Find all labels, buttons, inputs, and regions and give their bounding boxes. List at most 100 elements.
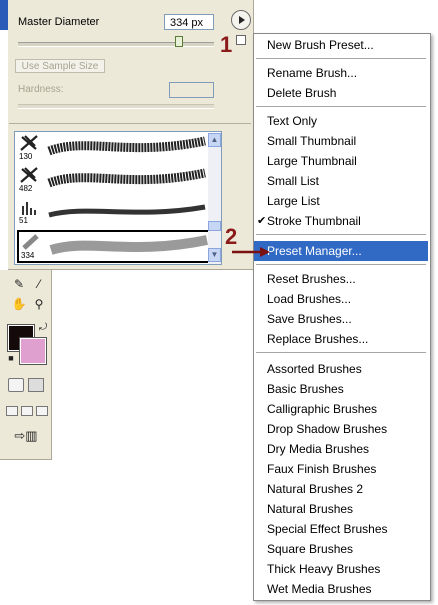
brush-list-scrollbar[interactable]: ▲ ▼ <box>208 133 221 264</box>
menu-item-label: Wet Media Brushes <box>267 582 372 596</box>
menu-item-label: Reset Brushes... <box>267 272 356 286</box>
menu-item-label: Natural Brushes <box>267 502 354 516</box>
brush-tip-icon <box>22 234 39 250</box>
menu-item-reset-brushes[interactable]: Reset Brushes... <box>254 269 428 289</box>
eyedropper-tool-icon[interactable]: ⁄ <box>30 276 48 292</box>
default-colors-icon[interactable]: ■ <box>2 350 20 366</box>
create-preset-button[interactable] <box>236 35 246 45</box>
menu-item-natural-brushes[interactable]: Natural Brushes <box>254 499 428 519</box>
menu-separator <box>256 58 426 59</box>
menu-item-large-thumbnail[interactable]: Large Thumbnail <box>254 151 428 171</box>
brush-tool-icon[interactable]: ✎ <box>10 276 28 292</box>
background-color-swatch[interactable] <box>19 337 47 365</box>
menu-item-faux-finish-brushes[interactable]: Faux Finish Brushes <box>254 459 428 479</box>
menu-item-special-effect-brushes[interactable]: Special Effect Brushes <box>254 519 428 539</box>
menu-item-delete-brush[interactable]: Delete Brush <box>254 83 428 103</box>
menu-item-label: Text Only <box>267 114 318 128</box>
screen-mode-full-button[interactable] <box>36 406 48 416</box>
screen-mode-full-menu-button[interactable] <box>21 406 33 416</box>
menu-item-label: Special Effect Brushes <box>267 522 388 536</box>
menu-item-large-list[interactable]: Large List <box>254 191 428 211</box>
menu-item-label: Save Brushes... <box>267 312 352 326</box>
menu-item-save-brushes[interactable]: Save Brushes... <box>254 309 428 329</box>
brush-stroke-preview <box>47 168 206 188</box>
panel-menu-button[interactable] <box>231 10 251 30</box>
menu-item-new-brush-preset[interactable]: New Brush Preset... <box>254 35 428 55</box>
menu-item-label: Replace Brushes... <box>267 332 369 346</box>
brush-stroke-preview <box>49 235 209 255</box>
menu-item-label: Load Brushes... <box>267 292 352 306</box>
menu-item-assorted-brushes[interactable]: Assorted Brushes <box>254 359 428 379</box>
hardness-input[interactable] <box>169 82 214 98</box>
menu-item-label: Drop Shadow Brushes <box>267 422 388 436</box>
menu-item-text-only[interactable]: Text Only <box>254 111 428 131</box>
menu-item-label: Dry Media Brushes <box>267 442 370 456</box>
menu-item-label: Delete Brush <box>267 86 337 100</box>
brush-size-label: 51 <box>19 216 28 225</box>
brush-stroke-preview <box>47 136 206 156</box>
master-diameter-slider-track[interactable] <box>18 42 214 47</box>
screen-mode-standard-button[interactable] <box>6 406 18 416</box>
menu-item-label: Preset Manager... <box>267 244 362 258</box>
brush-tip-icon <box>20 167 38 183</box>
menu-item-square-brushes[interactable]: Square Brushes <box>254 539 428 559</box>
menu-item-preset-manager[interactable]: Preset Manager... <box>254 241 428 261</box>
scroll-down-icon[interactable]: ▼ <box>208 248 221 262</box>
hardness-slider-track[interactable] <box>18 104 214 109</box>
brush-preset-row[interactable]: 51 <box>17 197 209 227</box>
menu-item-calligraphic-brushes[interactable]: Calligraphic Brushes <box>254 399 428 419</box>
brush-size-label: 482 <box>19 184 33 193</box>
menu-item-label: Large List <box>267 194 320 208</box>
standard-mode-button[interactable] <box>8 378 24 392</box>
hand-tool-icon[interactable]: ✋ <box>10 296 28 312</box>
zoom-tool-icon[interactable]: ⚲ <box>30 296 48 312</box>
menu-item-thick-heavy-brushes[interactable]: Thick Heavy Brushes <box>254 559 428 579</box>
menu-separator <box>256 234 426 235</box>
menu-separator <box>256 106 426 107</box>
menu-item-natural-brushes-2[interactable]: Natural Brushes 2 <box>254 479 428 499</box>
brush-size-label: 334 <box>21 251 35 260</box>
brush-tip-icon <box>20 135 38 151</box>
menu-item-basic-brushes[interactable]: Basic Brushes <box>254 379 428 399</box>
checkmark-icon: ✔ <box>257 215 267 227</box>
menu-item-label: Assorted Brushes <box>267 362 362 376</box>
swap-colors-icon[interactable]: ⤾ <box>34 320 52 336</box>
panel-divider <box>9 123 251 124</box>
menu-item-replace-brushes[interactable]: Replace Brushes... <box>254 329 428 349</box>
menu-item-label: Square Brushes <box>267 542 354 556</box>
scroll-up-icon[interactable]: ▲ <box>208 133 221 147</box>
master-diameter-input[interactable]: 334 px <box>164 14 214 30</box>
annotation-arrow-icon <box>232 247 270 257</box>
menu-item-small-thumbnail[interactable]: Small Thumbnail <box>254 131 428 151</box>
window-titlebar-edge <box>0 0 8 30</box>
brush-size-label: 130 <box>19 152 33 161</box>
menu-item-wet-media-brushes[interactable]: Wet Media Brushes <box>254 579 428 599</box>
brush-stroke-preview <box>48 204 206 218</box>
menu-item-stroke-thumbnail[interactable]: ✔ Stroke Thumbnail <box>254 211 428 231</box>
brush-preset-row-selected[interactable]: 334 <box>17 230 211 263</box>
jump-to-imageready-icon[interactable]: ⇨▥ <box>8 428 44 444</box>
brush-preset-row[interactable]: 482 <box>17 165 209 195</box>
menu-item-load-brushes[interactable]: Load Brushes... <box>254 289 428 309</box>
brush-preset-list: 130 482 51 334 <box>14 131 222 265</box>
menu-item-label: Rename Brush... <box>267 66 358 80</box>
menu-item-label: Faux Finish Brushes <box>267 462 377 476</box>
menu-item-drop-shadow-brushes[interactable]: Drop Shadow Brushes <box>254 419 428 439</box>
quick-mask-button[interactable] <box>28 378 44 392</box>
menu-item-label: Small List <box>267 174 320 188</box>
scroll-thumb[interactable] <box>208 221 221 231</box>
brush-preset-row[interactable]: 130 <box>17 133 209 163</box>
menu-item-label: Calligraphic Brushes <box>267 402 378 416</box>
menu-item-rename-brush[interactable]: Rename Brush... <box>254 63 428 83</box>
menu-item-label: Large Thumbnail <box>267 154 357 168</box>
master-diameter-slider-thumb[interactable] <box>175 36 183 47</box>
use-sample-size-button[interactable]: Use Sample Size <box>15 59 105 73</box>
menu-separator <box>256 264 426 265</box>
menu-item-label: Thick Heavy Brushes <box>267 562 381 576</box>
menu-item-label: Stroke Thumbnail <box>267 214 361 228</box>
menu-item-label: Small Thumbnail <box>267 134 357 148</box>
menu-item-label: New Brush Preset... <box>267 38 374 52</box>
menu-item-dry-media-brushes[interactable]: Dry Media Brushes <box>254 439 428 459</box>
menu-item-small-list[interactable]: Small List <box>254 171 428 191</box>
annotation-step-1: 1 <box>220 32 233 57</box>
